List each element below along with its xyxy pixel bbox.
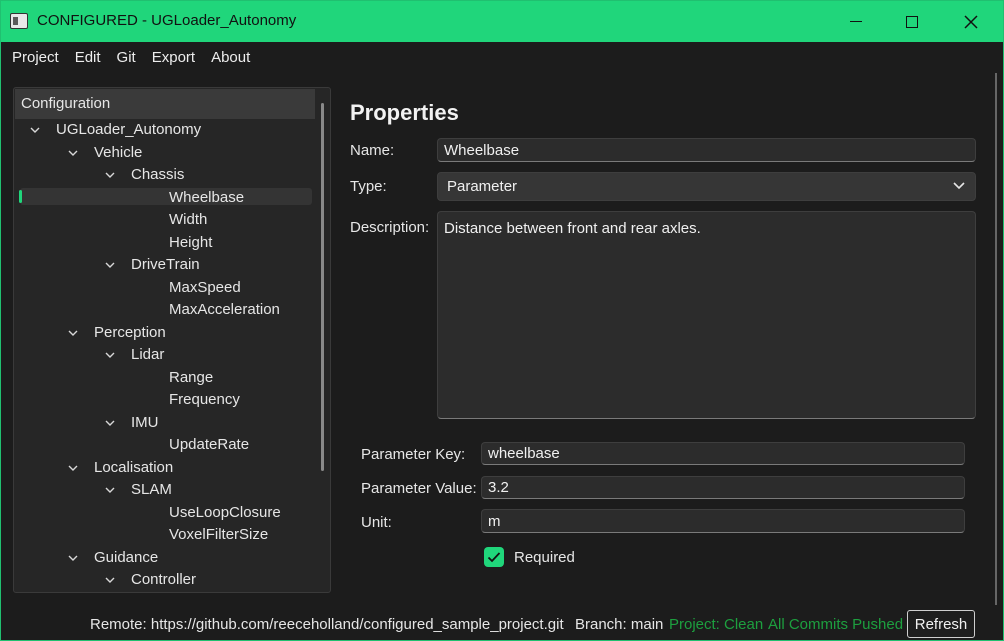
tree-item-frequency[interactable]: Frequency xyxy=(169,389,240,410)
tree-item-useloopclosure[interactable]: UseLoopClosure xyxy=(169,502,281,523)
tree-expand-chevron-icon[interactable] xyxy=(103,164,117,185)
tree-expand-chevron-icon[interactable] xyxy=(103,412,117,433)
parameter-key-field[interactable]: wheelbase xyxy=(481,442,965,465)
tree-item-slam[interactable]: SLAM xyxy=(131,479,172,500)
checkmark-icon xyxy=(487,552,501,563)
selected-row-indicator xyxy=(19,190,22,203)
tree-item-lidar[interactable]: Lidar xyxy=(131,344,164,365)
parameter-value-field[interactable]: 3.2 xyxy=(481,476,965,499)
app-icon xyxy=(10,13,28,29)
menu-project[interactable]: Project xyxy=(12,49,59,66)
app-window: CONFIGURED - UGLoader_Autonomy Project E… xyxy=(0,0,1004,641)
tree-header: Configuration xyxy=(15,89,315,119)
close-button[interactable] xyxy=(942,1,1000,42)
window-scrollbar[interactable] xyxy=(995,73,997,605)
minimize-icon xyxy=(850,20,862,23)
tree-item-guidance[interactable]: Guidance xyxy=(94,547,158,568)
tree-item-voxelfiltersize[interactable]: VoxelFilterSize xyxy=(169,524,268,545)
commits-state-status: All Commits Pushed xyxy=(768,616,904,633)
parameter-value-value: 3.2 xyxy=(488,479,509,496)
type-label: Type: xyxy=(350,178,387,195)
tree-expand-chevron-icon[interactable] xyxy=(103,344,117,365)
refresh-button[interactable]: Refresh xyxy=(907,610,975,638)
parameter-key-value: wheelbase xyxy=(488,445,560,462)
description-text: Distance between front and rear axles. xyxy=(444,220,701,237)
tree-item-updaterate[interactable]: UpdateRate xyxy=(169,434,249,455)
close-icon xyxy=(964,14,978,29)
tree-expand-chevron-icon[interactable] xyxy=(66,547,80,568)
tree-item-perception[interactable]: Perception xyxy=(94,322,166,343)
description-textarea[interactable]: Distance between front and rear axles. xyxy=(437,211,976,419)
tree-item-drivetrain[interactable]: DriveTrain xyxy=(131,254,200,275)
menu-git[interactable]: Git xyxy=(117,49,136,66)
parameter-value-label: Parameter Value: xyxy=(361,480,477,497)
tree-item-controller[interactable]: Controller xyxy=(131,569,196,590)
name-label: Name: xyxy=(350,142,395,159)
tree-expand-chevron-icon[interactable] xyxy=(103,254,117,275)
tree-expand-chevron-icon[interactable] xyxy=(103,479,117,500)
chevron-down-icon xyxy=(953,182,965,190)
tree-item-vehicle[interactable]: Vehicle xyxy=(94,142,142,163)
name-field-value: Wheelbase xyxy=(444,141,520,159)
menu-bar: Project Edit Git Export About xyxy=(1,42,1003,73)
minimize-button[interactable] xyxy=(827,1,885,42)
project-state-status: Project: Clean xyxy=(669,616,764,633)
selected-row-highlight xyxy=(20,188,312,205)
tree-item-maxspeed[interactable]: MaxSpeed xyxy=(169,277,241,298)
tree-item-height[interactable]: Height xyxy=(169,232,212,253)
maximize-icon xyxy=(906,15,918,28)
tree-expand-chevron-icon[interactable] xyxy=(103,569,117,590)
required-checkbox[interactable] xyxy=(484,547,504,567)
name-field[interactable]: Wheelbase xyxy=(437,138,976,162)
tree-expand-chevron-icon[interactable] xyxy=(66,457,80,478)
unit-value: m xyxy=(488,512,501,530)
git-remote-status: Remote: https://github.com/reeceholland/… xyxy=(90,616,564,633)
properties-title: Properties xyxy=(350,100,459,125)
tree-item-range[interactable]: Range xyxy=(169,367,213,388)
tree-expand-chevron-icon[interactable] xyxy=(66,142,80,163)
tree-expand-chevron-icon[interactable] xyxy=(28,119,42,140)
menu-about[interactable]: About xyxy=(211,49,250,66)
menu-export[interactable]: Export xyxy=(152,49,195,66)
parameter-key-label: Parameter Key: xyxy=(361,446,466,463)
title-bar[interactable]: CONFIGURED - UGLoader_Autonomy xyxy=(1,1,1003,42)
tree-item-ugloader-autonomy[interactable]: UGLoader_Autonomy xyxy=(56,119,201,140)
description-label: Description: xyxy=(350,219,430,236)
menu-edit[interactable]: Edit xyxy=(75,49,101,66)
tree-item-chassis[interactable]: Chassis xyxy=(131,164,184,185)
tree-scrollbar[interactable] xyxy=(321,103,324,471)
tree-item-localisation[interactable]: Localisation xyxy=(94,457,173,478)
git-branch-status: Branch: main xyxy=(575,616,664,633)
tree-item-imu[interactable]: IMU xyxy=(131,412,159,433)
tree-expand-chevron-icon[interactable] xyxy=(66,322,80,343)
configuration-tree: Configuration UGLoader_Autonomy Vehicle Ch… xyxy=(13,87,331,593)
type-select-value: Parameter xyxy=(447,178,518,195)
type-select[interactable]: Parameter xyxy=(437,172,976,201)
window-title: CONFIGURED - UGLoader_Autonomy xyxy=(37,12,297,29)
tree-item-width[interactable]: Width xyxy=(169,209,207,230)
unit-field[interactable]: m xyxy=(481,509,965,533)
tree-item-wheelbase[interactable]: Wheelbase xyxy=(169,187,244,208)
maximize-button[interactable] xyxy=(883,1,941,42)
refresh-button-label: Refresh xyxy=(914,615,968,633)
tree-item-maxacceleration[interactable]: MaxAcceleration xyxy=(169,299,280,320)
unit-label: Unit: xyxy=(361,514,392,531)
required-label: Required xyxy=(514,549,575,566)
